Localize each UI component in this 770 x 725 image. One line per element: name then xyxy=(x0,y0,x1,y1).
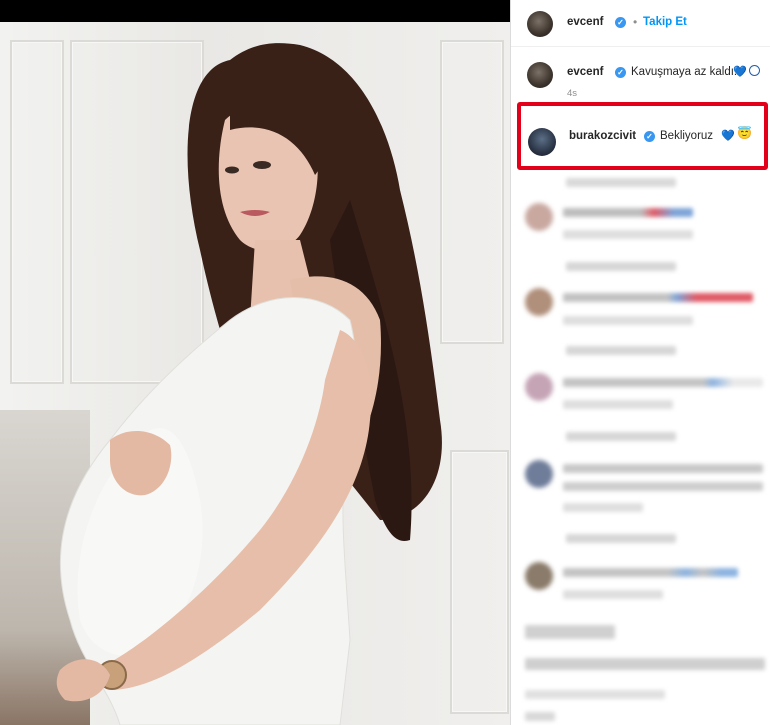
comment-author-avatar[interactable] xyxy=(528,128,556,156)
pregnant-woman-figure xyxy=(56,43,442,725)
blurred-avatar[interactable] xyxy=(525,203,553,231)
follow-button[interactable]: Takip Et xyxy=(643,16,687,28)
blurred-action-icons[interactable] xyxy=(525,625,615,639)
blurred-text xyxy=(563,503,643,512)
angel-face-icon: 😇 xyxy=(737,126,752,140)
blurred-text xyxy=(563,590,663,599)
comment-text: Bekliyoruz xyxy=(660,130,714,142)
blurred-text xyxy=(563,482,763,491)
blurred-text xyxy=(525,690,665,699)
caption-author-username[interactable]: evcenf xyxy=(567,66,603,78)
blurred-text xyxy=(563,293,753,302)
blurred-text xyxy=(566,178,676,187)
blurred-avatar[interactable] xyxy=(525,460,553,488)
blue-heart-icon: 💙 xyxy=(733,66,747,78)
caption-author-avatar[interactable] xyxy=(527,62,553,88)
blurred-text xyxy=(566,346,676,355)
post-photo[interactable] xyxy=(0,0,510,725)
blurred-text xyxy=(563,208,693,217)
comment-author-username[interactable]: burakozcivit xyxy=(569,130,636,142)
author-username[interactable]: evcenf xyxy=(567,16,603,28)
evil-eye-icon xyxy=(749,65,760,76)
blurred-text xyxy=(563,400,673,409)
blurred-text xyxy=(563,464,763,473)
blurred-avatar[interactable] xyxy=(525,562,553,590)
caption-time: 4s xyxy=(567,88,578,99)
verified-badge-icon: ✓ xyxy=(644,131,655,142)
blurred-text xyxy=(563,316,693,325)
verified-badge-icon: ✓ xyxy=(615,17,626,28)
blurred-text xyxy=(563,378,763,387)
post-sidebar: evcenf ✓ • Takip Et evcenf ✓ Kavuşmaya a… xyxy=(510,0,770,725)
blurred-likes xyxy=(525,658,765,670)
blurred-text xyxy=(525,712,555,721)
caption-text: Kavuşmaya az kaldı.. xyxy=(631,66,741,78)
post-header: evcenf ✓ • Takip Et xyxy=(511,0,770,47)
author-avatar[interactable] xyxy=(527,11,553,37)
blurred-text xyxy=(563,568,738,577)
blurred-text xyxy=(563,230,693,239)
verified-badge-icon: ✓ xyxy=(615,67,626,78)
blue-heart-icon: 💙 xyxy=(721,130,735,142)
separator-dot: • xyxy=(633,15,638,29)
blurred-avatar[interactable] xyxy=(525,288,553,316)
blurred-text xyxy=(566,432,676,441)
blurred-text xyxy=(566,262,676,271)
blurred-text xyxy=(566,534,676,543)
blurred-avatar[interactable] xyxy=(525,373,553,401)
